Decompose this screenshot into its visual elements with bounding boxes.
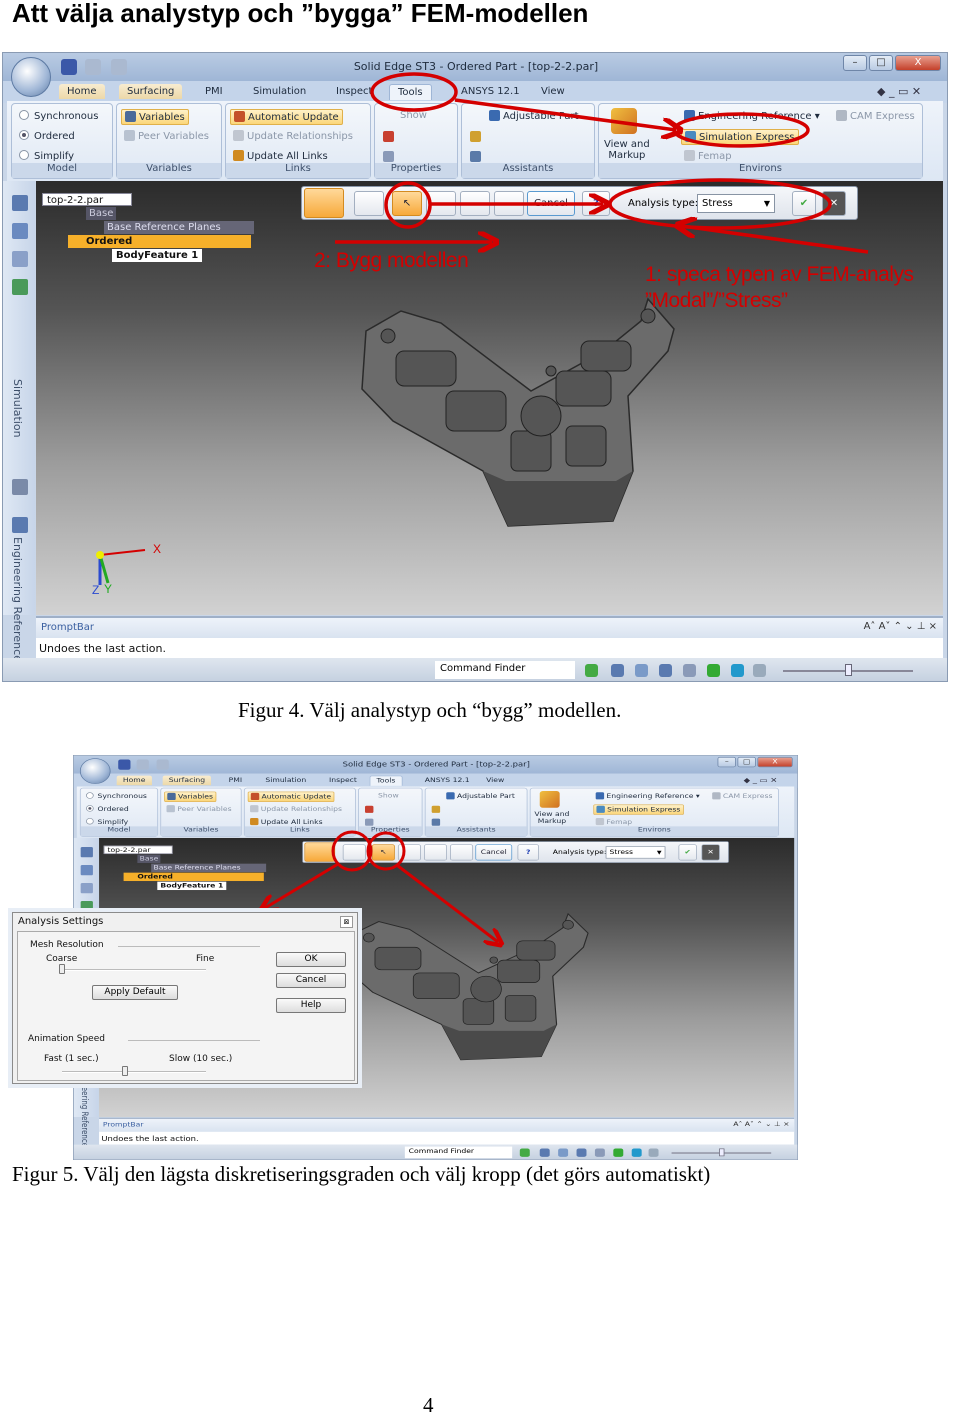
annotation-arrow (265, 862, 339, 908)
application-button[interactable] (11, 57, 51, 97)
animation-speed-thumb[interactable] (122, 1066, 129, 1076)
annotation-circle (331, 830, 373, 872)
apply-default-button[interactable]: Apply Default (92, 985, 178, 1000)
page-number: 4 (423, 1393, 434, 1417)
annotation-circle (366, 831, 406, 871)
dialog-cancel-button[interactable]: Cancel (276, 973, 346, 988)
slow-label: Slow (10 sec.) (169, 1054, 233, 1064)
fine-label: Fine (196, 954, 215, 964)
ok-button[interactable]: OK (276, 952, 346, 967)
mesh-resolution-slider[interactable] (62, 969, 206, 971)
coarse-label: Coarse (46, 954, 78, 964)
fast-label: Fast (1 sec.) (44, 1054, 99, 1064)
dialog-title: Analysis Settings (18, 916, 104, 927)
mesh-resolution-thumb[interactable] (59, 964, 65, 974)
dialog-help-button[interactable]: Help (276, 998, 346, 1013)
dialog-close-button[interactable]: ⊠ (340, 916, 353, 928)
analysis-settings-dialog: Analysis Settings ⊠ Mesh Resolution Coar… (12, 912, 358, 1084)
animation-speed-label: Animation Speed (28, 1034, 105, 1044)
annotation-arrow (397, 864, 498, 942)
figure5-caption: Figur 5. Välj den lägsta diskretiserings… (12, 1162, 711, 1186)
animation-speed-slider[interactable] (62, 1071, 206, 1073)
mesh-resolution-label: Mesh Resolution (30, 940, 104, 950)
